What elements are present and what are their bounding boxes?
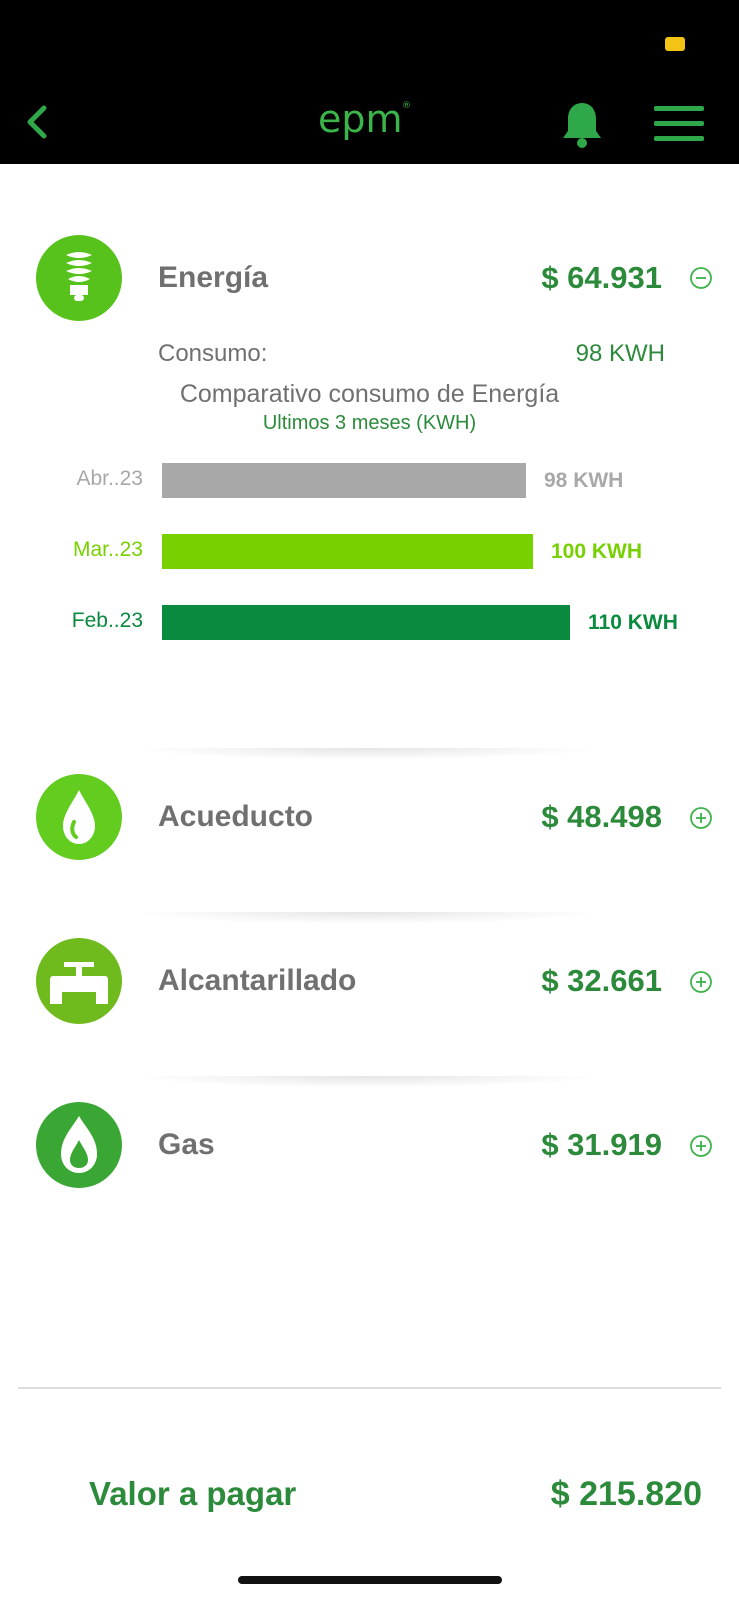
flame-icon	[36, 1102, 122, 1188]
plus-circle-icon[interactable]	[689, 806, 713, 830]
consumption-bar	[162, 463, 526, 498]
bar-value-label: 98 KWH	[544, 469, 624, 492]
consumo-value: 98 KWH	[575, 340, 665, 367]
battery-indicator	[665, 37, 685, 51]
bar-category-label: Abr..23	[76, 467, 143, 490]
bar-category-label: Feb..23	[71, 609, 143, 632]
minus-circle-icon[interactable]	[689, 266, 713, 290]
chevron-left-icon	[27, 105, 47, 139]
epm-logo: epm ®	[318, 96, 422, 152]
footer-divider	[18, 1387, 721, 1389]
consumption-bar	[162, 534, 533, 569]
consumo-label: Consumo:	[158, 340, 268, 367]
bar-category-label: Mar..23	[72, 538, 143, 561]
bar-value-label: 110 KWH	[588, 611, 678, 634]
menu-button[interactable]	[652, 104, 706, 144]
service-name: Alcantarillado	[158, 964, 357, 997]
service-amount: $ 64.931	[541, 260, 662, 295]
service-amount: $ 32.661	[541, 963, 662, 998]
lightbulb-icon	[36, 235, 122, 321]
plus-circle-icon[interactable]	[689, 970, 713, 994]
consumption-bar	[162, 605, 570, 640]
back-button[interactable]	[14, 100, 60, 146]
service-name: Acueducto	[158, 800, 314, 833]
total-amount: $ 215.820	[550, 1475, 702, 1513]
bar-value-label: 100 KWH	[551, 540, 643, 563]
top-bar: epm ®	[0, 0, 739, 164]
logo-text: epm	[318, 97, 403, 141]
svg-text:®: ®	[402, 101, 411, 111]
chart-title: Comparativo consumo de Energía	[179, 380, 560, 408]
total-label: Valor a pagar	[89, 1475, 297, 1512]
chart-subtitle: Ultimos 3 meses (KWH)	[262, 412, 477, 434]
pipe-valve-icon	[36, 938, 122, 1024]
bell-icon	[563, 103, 601, 148]
notifications-button[interactable]	[560, 100, 604, 150]
service-amount: $ 31.919	[541, 1127, 662, 1162]
service-amount: $ 48.498	[541, 799, 662, 834]
service-name: Energía	[158, 261, 269, 294]
service-name: Gas	[158, 1128, 215, 1161]
row-separator	[130, 1076, 602, 1088]
home-indicator[interactable]	[238, 1576, 502, 1584]
row-separator	[130, 748, 602, 760]
hamburger-menu-icon	[654, 106, 704, 141]
row-separator	[130, 912, 602, 924]
consumption-bar-chart: Abr..23 98 KWH Mar..23 100 KWH Feb..23 110 KW…	[0, 460, 739, 660]
plus-circle-icon[interactable]	[689, 1134, 713, 1158]
water-drop-icon	[36, 774, 122, 860]
